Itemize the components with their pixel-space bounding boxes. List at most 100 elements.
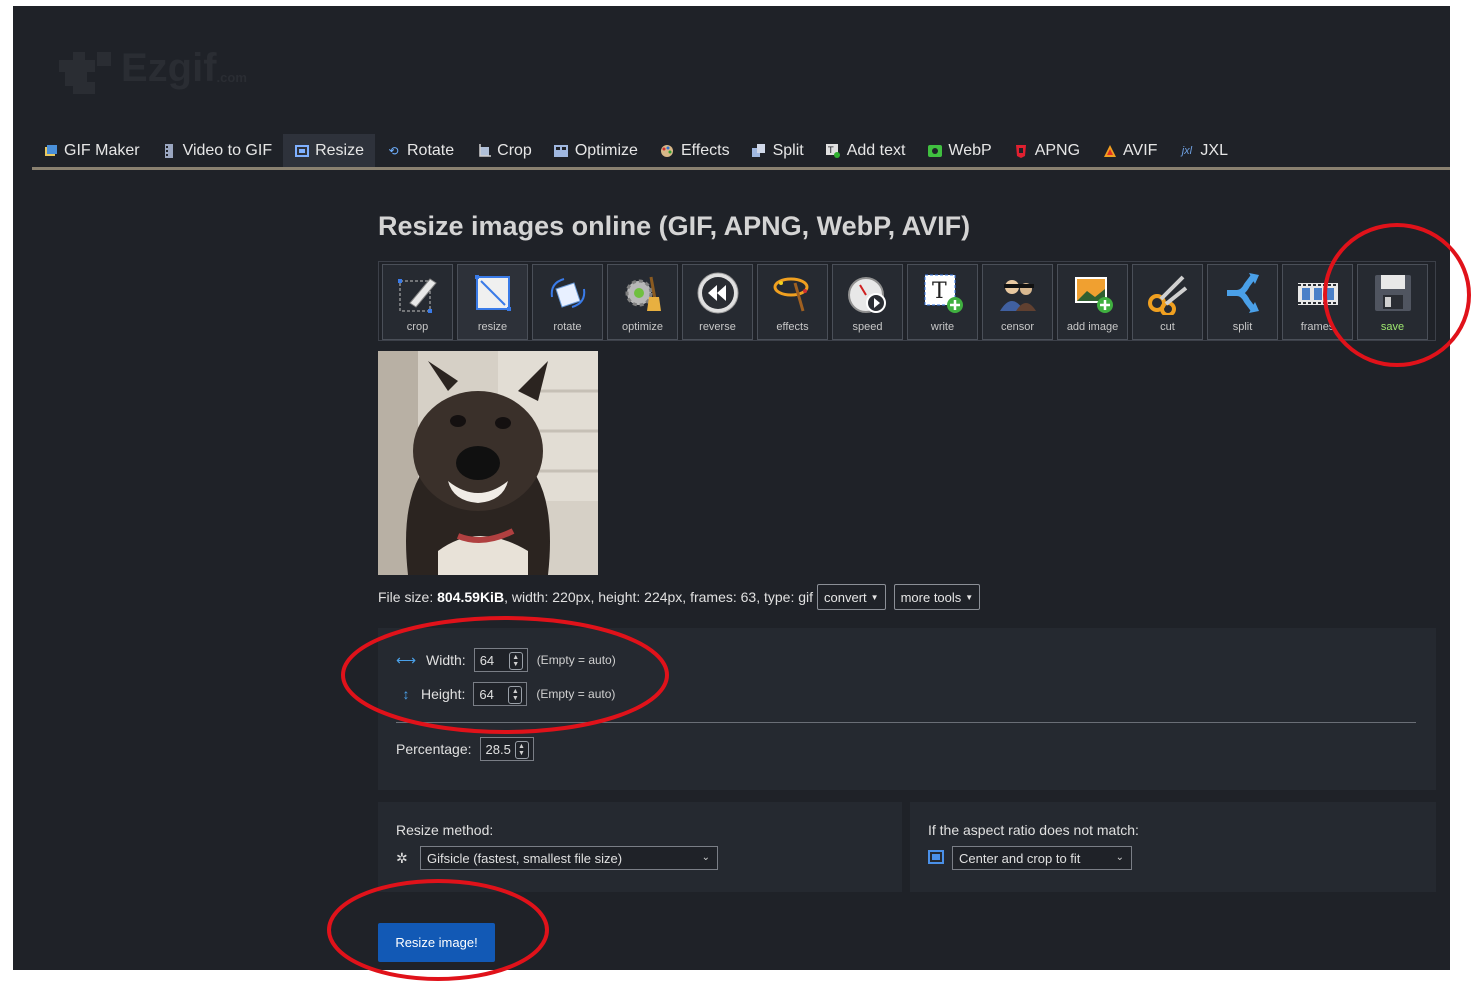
tool-resize[interactable]: resize	[457, 264, 528, 340]
width-hint: (Empty = auto)	[536, 653, 616, 667]
resize-method-panel: Resize method: ✲ Gifsicle (fastest, smal…	[378, 802, 902, 892]
tool-crop[interactable]: crop	[382, 264, 453, 340]
height-input[interactable]: 64 ▲ ▼	[473, 682, 528, 706]
width-label: Width:	[426, 652, 466, 668]
nav-label: Video to GIF	[182, 141, 273, 159]
resize-tool-icon	[469, 269, 517, 317]
divider	[396, 722, 1416, 723]
width-value: 64	[479, 652, 495, 668]
ezgif-logo[interactable]: Ezgif .com	[53, 46, 247, 106]
file-info-prefix: File size:	[378, 589, 438, 605]
nav-label: Add text	[846, 141, 906, 159]
add-image-tool-icon	[1069, 269, 1117, 317]
nav-add-text[interactable]: T Add text	[815, 134, 917, 167]
height-hint: (Empty = auto)	[536, 687, 616, 701]
main-content: Resize images online (GIF, APNG, WebP, A…	[378, 206, 1438, 962]
tool-label: optimize	[622, 321, 663, 333]
tool-optimize[interactable]: optimize	[607, 264, 678, 340]
tool-split[interactable]: split	[1207, 264, 1278, 340]
tool-label: add image	[1066, 321, 1119, 333]
optimize-icon	[554, 143, 569, 158]
save-tool-icon	[1369, 269, 1417, 317]
gif-maker-icon	[43, 143, 58, 158]
nav-label: Rotate	[407, 141, 455, 159]
height-arrow-icon: ↕	[402, 686, 410, 702]
nav-optimize[interactable]: Optimize	[543, 134, 649, 167]
censor-tool-icon	[994, 269, 1042, 317]
tool-rotate[interactable]: rotate	[532, 264, 603, 340]
crop-icon	[476, 143, 491, 158]
crop-fit-icon	[928, 849, 952, 867]
tool-frames[interactable]: frames	[1282, 264, 1353, 340]
method-selected: Gifsicle (fastest, smallest file size)	[427, 850, 623, 866]
resize-method-select[interactable]: Gifsicle (fastest, smallest file size) ⌄	[420, 846, 718, 870]
nav-crop[interactable]: Crop	[465, 134, 543, 167]
tool-write[interactable]: T write	[907, 264, 978, 340]
width-input[interactable]: 64 ▲ ▼	[473, 648, 528, 672]
percentage-row: Percentage: 28.5 ▲ ▼	[396, 737, 534, 761]
nav-apng[interactable]: APNG	[1003, 134, 1091, 167]
resize-image-button[interactable]: Resize image!	[378, 923, 495, 962]
nav-video-to-gif[interactable]: Video to GIF	[151, 134, 284, 167]
tool-save[interactable]: save	[1357, 264, 1428, 340]
percentage-value: 28.5	[485, 741, 511, 757]
svg-text:T: T	[932, 279, 947, 304]
nav-jxl[interactable]: jxl JXL	[1168, 134, 1239, 167]
percentage-input[interactable]: 28.5 ▲ ▼	[479, 737, 534, 761]
nav-label: GIF Maker	[64, 141, 140, 159]
nav-label: Optimize	[574, 141, 638, 159]
page-title: Resize images online (GIF, APNG, WebP, A…	[378, 211, 971, 241]
chevron-down-icon: ⌄	[1115, 852, 1124, 863]
tool-label: write	[930, 321, 955, 333]
tool-label: reverse	[699, 321, 736, 333]
jxl-icon: jxl	[1181, 144, 1193, 157]
puzzle-logo-icon	[59, 52, 111, 94]
file-size: 804.59KiB	[437, 589, 505, 605]
tool-label: rotate	[553, 321, 582, 333]
convert-dropdown[interactable]: convert ▼	[817, 584, 886, 610]
caret-down-icon: ▼	[870, 592, 879, 602]
aspect-selected: Center and crop to fit	[959, 850, 1081, 866]
palette-icon	[660, 143, 675, 158]
tool-label: save	[1380, 321, 1405, 333]
tool-speed[interactable]: speed	[832, 264, 903, 340]
tool-effects[interactable]: effects	[757, 264, 828, 340]
nav-label: APNG	[1034, 141, 1081, 159]
tool-cut[interactable]: cut	[1132, 264, 1203, 340]
tool-reverse[interactable]: reverse	[682, 264, 753, 340]
height-value: 64	[479, 686, 494, 702]
resize-icon	[294, 143, 309, 158]
chevron-down-icon: ⌄	[701, 852, 710, 863]
nav-avif[interactable]: AVIF	[1091, 134, 1168, 167]
nav-label: Effects	[680, 141, 730, 159]
more-tools-dropdown[interactable]: more tools ▼	[893, 584, 981, 610]
height-spinner[interactable]: ▲ ▼	[508, 686, 523, 704]
file-details: , width: 220px, height: 224px, frames: 6…	[504, 589, 814, 605]
aspect-ratio-panel: If the aspect ratio does not match: Cent…	[910, 802, 1436, 892]
nav-split[interactable]: Split	[741, 134, 815, 167]
caret-down-icon: ▼	[965, 592, 974, 602]
cut-tool-icon	[1144, 269, 1192, 317]
tool-label: frames	[1300, 321, 1335, 333]
nav-gif-maker[interactable]: GIF Maker	[32, 134, 151, 167]
nav-rotate[interactable]: ⟲ Rotate	[375, 134, 465, 167]
more-tools-label: more tools	[900, 589, 962, 605]
aspect-ratio-select[interactable]: Center and crop to fit ⌄	[952, 846, 1132, 870]
percentage-spinner[interactable]: ▲ ▼	[514, 741, 529, 759]
nav-resize[interactable]: Resize	[283, 134, 375, 167]
nav-webp[interactable]: WebP	[916, 134, 1002, 167]
rotate-icon: ⟲	[388, 143, 399, 158]
tool-censor[interactable]: censor	[982, 264, 1053, 340]
logo-suffix: .com	[216, 70, 247, 85]
nav-label: Resize	[315, 141, 364, 159]
width-row: ⟷ Width: 64 ▲ ▼ (Empty = auto)	[396, 648, 616, 672]
file-info: File size: 804.59KiB , width: 220px, hei…	[378, 584, 981, 610]
tool-add-image[interactable]: add image	[1057, 264, 1128, 340]
convert-label: convert	[824, 589, 867, 605]
nav-effects[interactable]: Effects	[649, 134, 741, 167]
width-arrow-icon: ⟷	[396, 651, 417, 668]
tool-label: speed	[852, 321, 883, 333]
aspect-select-row: Center and crop to fit ⌄	[928, 846, 1132, 870]
width-spinner[interactable]: ▲ ▼	[508, 652, 523, 670]
tool-label: censor	[1000, 321, 1035, 333]
